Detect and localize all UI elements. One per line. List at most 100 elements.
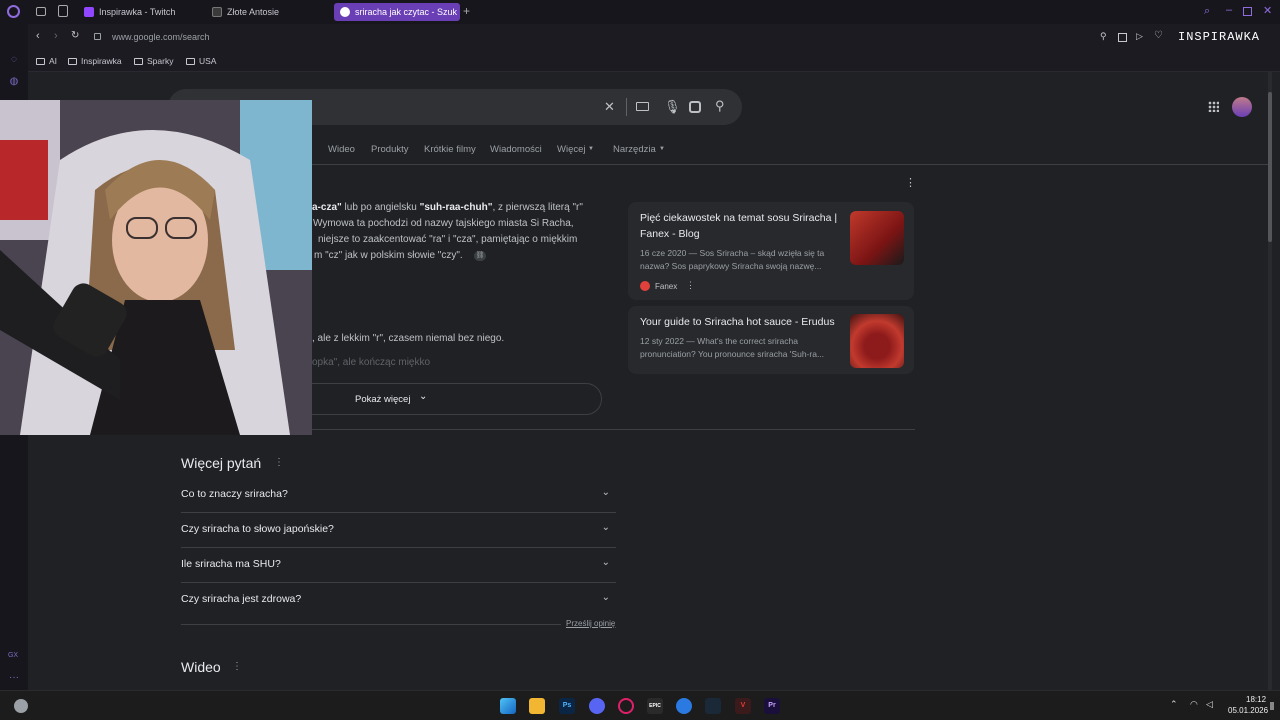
card-options-icon[interactable]: ⋮: [686, 280, 695, 291]
snippet-line: m "cz" jak w polskim słowie "czy".: [314, 250, 463, 261]
account-avatar[interactable]: [1232, 97, 1252, 117]
sidebar-messenger-icon[interactable]: ◍: [8, 76, 20, 88]
tab-wiadomosci[interactable]: Wiadomości: [490, 144, 542, 155]
link-icon[interactable]: ⛓: [474, 251, 486, 261]
paa-options-icon[interactable]: ⋮: [274, 457, 284, 468]
app-icon[interactable]: [676, 698, 692, 714]
url-field[interactable]: www.google.com/search: [112, 32, 210, 42]
pin-icon[interactable]: ⚲: [1100, 31, 1107, 42]
heart-icon[interactable]: ♡: [1154, 30, 1163, 41]
keyboard-icon[interactable]: [636, 102, 649, 111]
close-icon[interactable]: ✕: [1263, 4, 1272, 17]
snippet-line: Wymowa ta pochodzi od nazwy tajskiego mi…: [313, 218, 574, 229]
bookmark-label: USA: [199, 56, 217, 66]
paa-question[interactable]: Czy sriracha to słowo japońskie? ⌄: [181, 513, 616, 548]
bookmark-usa[interactable]: USA: [186, 56, 216, 66]
clock-date[interactable]: 05.01.2026: [1228, 706, 1268, 715]
sidebar-ai-icon[interactable]: ◌: [8, 54, 20, 66]
paa-question[interactable]: Czy sriracha jest zdrowa? ⌄: [181, 583, 616, 618]
snapshot-icon[interactable]: [1118, 33, 1127, 42]
card-source: Fanex: [655, 282, 678, 291]
new-tab-icon[interactable]: +: [463, 4, 470, 18]
discord-icon[interactable]: [589, 698, 605, 714]
snippet-bold: "suh-raa-chuh": [419, 202, 493, 213]
snippet-text: , z pierwszą literą "r": [492, 202, 583, 213]
bookmark-inspirawka[interactable]: Inspirawka: [68, 56, 122, 66]
app-icon[interactable]: V: [735, 698, 751, 714]
search-icon[interactable]: ⚲: [715, 98, 725, 114]
paa-heading: Więcej pytań: [181, 455, 262, 471]
snippet-line-faded: opka", ale kończąc miękko: [312, 357, 431, 368]
start-icon[interactable]: [500, 698, 516, 714]
paa-question-text: Czy sriracha jest zdrowa?: [181, 593, 302, 605]
card-thumbnail: [850, 211, 904, 265]
tab-label: sriracha jak czytac - Szuk: [355, 7, 458, 17]
snippet-line: a-cza" lub po angielsku "suh-raa-chuh", …: [312, 200, 583, 216]
apps-grid-icon[interactable]: [1208, 101, 1219, 112]
clock-time[interactable]: 18:12: [1246, 695, 1266, 704]
epic-games-icon[interactable]: EPIC: [647, 698, 663, 714]
tab-produkty[interactable]: Produkty: [371, 144, 409, 155]
photoshop-icon[interactable]: Ps: [559, 698, 575, 714]
minimize-icon[interactable]: –: [1226, 4, 1232, 16]
back-icon[interactable]: ‹: [36, 30, 40, 42]
tab-krotkie-filmy[interactable]: Krótkie filmy: [424, 144, 476, 155]
search-tabs-icon[interactable]: ⌕: [1204, 5, 1210, 18]
webcam-overlay: [0, 100, 312, 435]
tab-sriracha-search[interactable]: sriracha jak czytac - Szuk: [334, 3, 460, 21]
source-card[interactable]: Pięć ciekawostek na temat sosu Sriracha …: [628, 202, 914, 300]
volume-icon[interactable]: ◁: [1206, 699, 1213, 710]
folder-icon: [186, 57, 195, 65]
lens-icon[interactable]: [689, 101, 701, 113]
opera-logo-icon[interactable]: [7, 5, 20, 18]
tab-zlote-antosie[interactable]: Złote Antosie: [206, 3, 330, 21]
bookmark-ai[interactable]: AI: [36, 56, 57, 66]
folder-icon: [134, 57, 143, 65]
workspace-icon[interactable]: [36, 7, 46, 16]
microphone-icon[interactable]: 🎙︎: [664, 99, 681, 115]
bookmark-sparky[interactable]: Sparky: [134, 56, 173, 66]
scrollbar-thumb[interactable]: [1268, 92, 1272, 242]
tab-wiecej[interactable]: Więcej: [557, 144, 586, 155]
steam-icon[interactable]: [705, 698, 721, 714]
bookmarks-bar: AI Inspirawka Sparky USA: [28, 52, 1280, 72]
file-explorer-icon[interactable]: [529, 698, 545, 714]
tab-inspirawka[interactable]: Inspirawka - Twitch: [78, 3, 204, 21]
widgets-icon[interactable]: [14, 699, 28, 713]
card-title: Pięć ciekawostek na temat sosu Sriracha …: [640, 212, 838, 240]
tab-wideo[interactable]: Wideo: [328, 144, 355, 155]
notification-icon[interactable]: [1270, 702, 1274, 710]
folder-icon: [68, 57, 77, 65]
feedback-link[interactable]: Prześlij opinię: [566, 619, 615, 628]
tab-bookmark-icon[interactable]: [58, 5, 68, 17]
card-title: Your guide to Sriracha hot sauce - Erudu…: [640, 316, 835, 328]
bookmark-label: Sparky: [147, 56, 174, 66]
bookmark-label: AI: [49, 56, 58, 66]
tray-chevron-icon[interactable]: ⌃: [1170, 699, 1178, 710]
reload-icon[interactable]: ↻: [71, 30, 79, 41]
fanex-icon: [640, 281, 650, 291]
snippet-line: niejsze to zaakcentować "ra" i "cza", pa…: [318, 234, 578, 245]
premiere-icon[interactable]: Pr: [764, 698, 780, 714]
forward-icon[interactable]: ›: [54, 30, 58, 42]
paa-question[interactable]: Co to znaczy sriracha? ⌄: [181, 478, 616, 513]
tab-label: Inspirawka - Twitch: [99, 7, 176, 17]
paa-question[interactable]: Ile sriracha ma SHU? ⌄: [181, 548, 616, 583]
tab-narzedzia[interactable]: Narzędzia: [613, 144, 656, 155]
video-options-icon[interactable]: ⋮: [232, 661, 242, 672]
wifi-icon[interactable]: ◠: [1190, 699, 1198, 710]
chevron-down-icon: ⌄: [601, 487, 610, 498]
maximize-icon[interactable]: [1243, 7, 1252, 16]
show-more-label: Pokaż więcej: [355, 394, 411, 405]
lock-icon: [94, 33, 101, 40]
sidebar-gx-label[interactable]: GX: [6, 650, 20, 662]
opera-gx-icon[interactable]: [618, 698, 634, 714]
video-heading: Wideo: [181, 659, 221, 675]
more-options-icon[interactable]: ⋮: [905, 176, 916, 189]
source-card[interactable]: Your guide to Sriracha hot sauce - Erudu…: [628, 306, 914, 374]
tab-label: Złote Antosie: [227, 7, 280, 17]
sidebar-more-icon[interactable]: ···: [8, 672, 20, 684]
clear-icon[interactable]: ✕: [604, 99, 615, 115]
player-icon[interactable]: ▷: [1136, 31, 1143, 42]
paa-question-text: Co to znaczy sriracha?: [181, 488, 288, 500]
